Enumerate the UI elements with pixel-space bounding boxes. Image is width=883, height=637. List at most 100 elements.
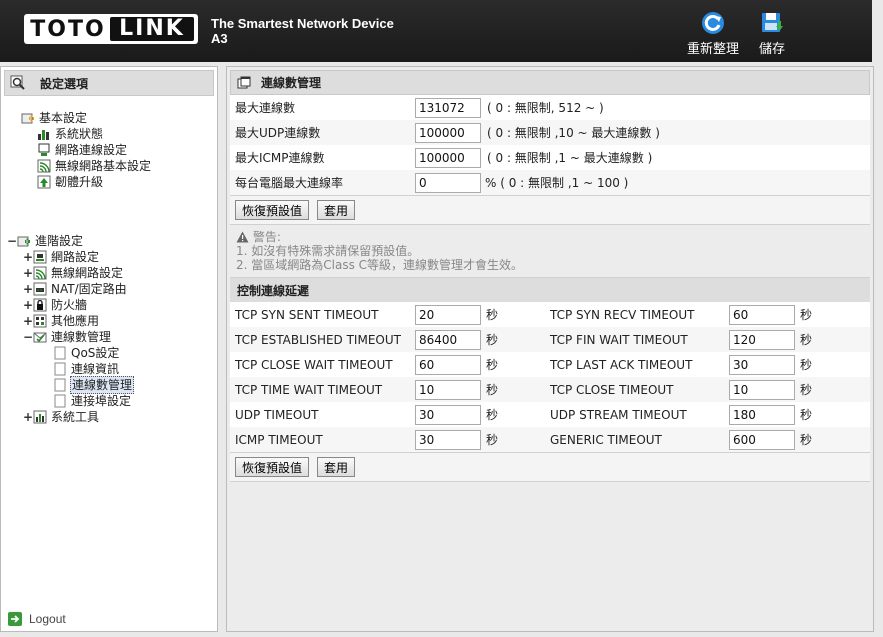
refresh-button[interactable]: 重新整理 (684, 10, 742, 57)
header-bar: TOTO LINK The Smartest Network Device A3… (0, 0, 872, 62)
tree-item-wireless-settings[interactable]: + 無線網路設定 (23, 265, 124, 281)
folder-plus-icon (21, 113, 34, 124)
generic-timeout-input[interactable] (729, 429, 795, 450)
sidebar-header: 設定選項 (4, 70, 214, 96)
udp-timeout-input[interactable] (415, 404, 481, 425)
upgrade-icon (37, 175, 51, 189)
expand-icon[interactable]: + (23, 409, 33, 425)
sidebar: 設定選項 基本設定 系統狀態 網路連線設定 無線網路基本設定 韌體升級 − 進階… (0, 66, 218, 632)
setting-hint: ( 0 : 無限制, 512 ~ ) (487, 101, 604, 115)
document-icon (54, 378, 66, 392)
tree-item-nat-routing[interactable]: + NAT/固定路由 (23, 281, 128, 297)
unit-label: 秒 (486, 333, 499, 347)
collapse-icon[interactable]: − (7, 233, 17, 249)
icmp-timeout-input[interactable] (415, 429, 481, 450)
unit-label: 秒 (800, 308, 813, 322)
expand-icon[interactable]: + (23, 313, 33, 329)
timeout-row: TCP SYN SENT TIMEOUT 秒 TCP SYN RECV TIME… (230, 302, 870, 327)
unit-label: 秒 (486, 383, 499, 397)
tcp-close-timeout-input[interactable] (729, 379, 795, 400)
setting-label: 最大UDP連線數 (235, 126, 321, 140)
apply-button[interactable]: 套用 (317, 200, 356, 220)
bar-chart-icon (38, 130, 49, 140)
save-button[interactable]: 儲存 (756, 10, 788, 57)
tcp-syn-recv-timeout-input[interactable] (729, 304, 795, 325)
tree-item-other-apps[interactable]: + 其他應用 (23, 313, 100, 329)
tree-item-connection-info[interactable]: 連線資訊 (53, 361, 120, 377)
max-connections-input[interactable] (415, 97, 481, 118)
folder-plus-icon (17, 236, 30, 247)
wifi-icon (37, 159, 51, 173)
warning-line: 2. 當區域網路為Class C等級，連線數管理才會生效。 (236, 258, 524, 272)
refresh-label: 重新整理 (686, 42, 739, 57)
tree-item-network-settings[interactable]: + 網路設定 (23, 249, 100, 265)
collapse-icon[interactable]: − (23, 329, 33, 345)
apply-button[interactable]: 套用 (317, 457, 356, 477)
magnifier-icon (10, 75, 25, 90)
timeout-label: TCP CLOSE WAIT TIMEOUT (235, 357, 393, 372)
document-icon (54, 362, 66, 376)
logout-icon (8, 612, 22, 626)
logout-link[interactable]: Logout (7, 611, 66, 627)
warning-box: 警告: 1. 如沒有特殊需求請保留預設值。 2. 當區域網路為Class C等級… (230, 225, 870, 278)
timeout-row: TCP CLOSE WAIT TIMEOUT 秒 TCP LAST ACK TI… (230, 352, 870, 377)
warning-title: 警告: (252, 230, 281, 244)
tree-basic-settings[interactable]: 基本設定 (21, 110, 88, 126)
unit-label: 秒 (486, 358, 499, 372)
tree-item-qos[interactable]: QoS設定 (53, 345, 120, 361)
timeout-row: UDP TIMEOUT 秒 UDP STREAM TIMEOUT 秒 (230, 402, 870, 427)
timeout-label: TCP TIME WAIT TIMEOUT (235, 382, 383, 397)
router-icon (33, 282, 47, 296)
tree-item-firewall[interactable]: + 防火牆 (23, 297, 88, 313)
tree-item-connection-limit[interactable]: 連線數管理 (53, 376, 135, 394)
logo-text-toto: TOTO (30, 16, 106, 42)
tree-label-selected: 連線數管理 (70, 376, 135, 394)
tree-item-port-settings[interactable]: 連接埠設定 (53, 393, 132, 409)
restore-default-button[interactable]: 恢復預設值 (235, 200, 310, 220)
udp-stream-timeout-input[interactable] (729, 404, 795, 425)
tree-item-firmware-upgrade[interactable]: 韌體升級 (37, 174, 104, 190)
tcp-close-wait-timeout-input[interactable] (415, 354, 481, 375)
max-udp-input[interactable] (415, 122, 481, 143)
expand-icon[interactable]: + (23, 297, 33, 313)
max-rate-per-pc-input[interactable] (415, 172, 481, 193)
max-icmp-input[interactable] (415, 147, 481, 168)
tcp-fin-wait-timeout-input[interactable] (729, 329, 795, 350)
timeout-label: TCP SYN RECV TIMEOUT (550, 307, 695, 322)
tree-label: 連線數管理 (51, 330, 112, 344)
wifi-icon (33, 266, 47, 280)
expand-icon[interactable]: + (23, 249, 33, 265)
expand-icon[interactable]: + (23, 281, 33, 297)
tree-item-system-status[interactable]: 系統狀態 (37, 126, 104, 142)
tree-label: 進階設定 (35, 234, 84, 248)
lock-icon (33, 298, 47, 312)
tagline-text: The Smartest Network Device (211, 16, 394, 31)
setting-hint: ( 0 : 無限制 ,1 ~ 最大連線數 ) (487, 151, 653, 165)
tree-advanced-settings[interactable]: − 進階設定 (7, 233, 84, 249)
mail-check-icon (33, 332, 47, 343)
tree-label: 網路連線設定 (55, 143, 128, 157)
tree-label: 無線網路設定 (51, 266, 124, 280)
unit-label: 秒 (800, 333, 813, 347)
tree-item-system-tools[interactable]: + 系統工具 (23, 409, 100, 425)
tcp-established-timeout-input[interactable] (415, 329, 481, 350)
tree-item-network-connection[interactable]: 網路連線設定 (37, 142, 128, 158)
timeout-label: TCP ESTABLISHED TIMEOUT (235, 332, 401, 347)
tcp-syn-sent-timeout-input[interactable] (415, 304, 481, 325)
restore-default-button[interactable]: 恢復預設值 (235, 457, 310, 477)
warning-icon (236, 231, 249, 243)
computer-icon (38, 143, 50, 156)
sidebar-title: 設定選項 (40, 76, 89, 91)
expand-icon[interactable]: + (23, 265, 33, 281)
timeout-label: TCP SYN SENT TIMEOUT (235, 307, 379, 322)
tree-label: 連線資訊 (71, 362, 120, 376)
bar-chart-icon (33, 410, 47, 424)
main-panel: 連線數管理 最大連線數 ( 0 : 無限制, 512 ~ ) 最大UDP連線數 … (226, 66, 874, 632)
tree-item-wireless-basic[interactable]: 無線網路基本設定 (37, 158, 152, 174)
tcp-last-ack-timeout-input[interactable] (729, 354, 795, 375)
setting-hint: % ( 0 : 無限制 ,1 ~ 100 ) (485, 176, 629, 190)
network-icon (33, 250, 47, 264)
tree-item-connection-management[interactable]: − 連線數管理 (23, 329, 112, 345)
tcp-time-wait-timeout-input[interactable] (415, 379, 481, 400)
timeout-label: UDP STREAM TIMEOUT (550, 407, 687, 422)
